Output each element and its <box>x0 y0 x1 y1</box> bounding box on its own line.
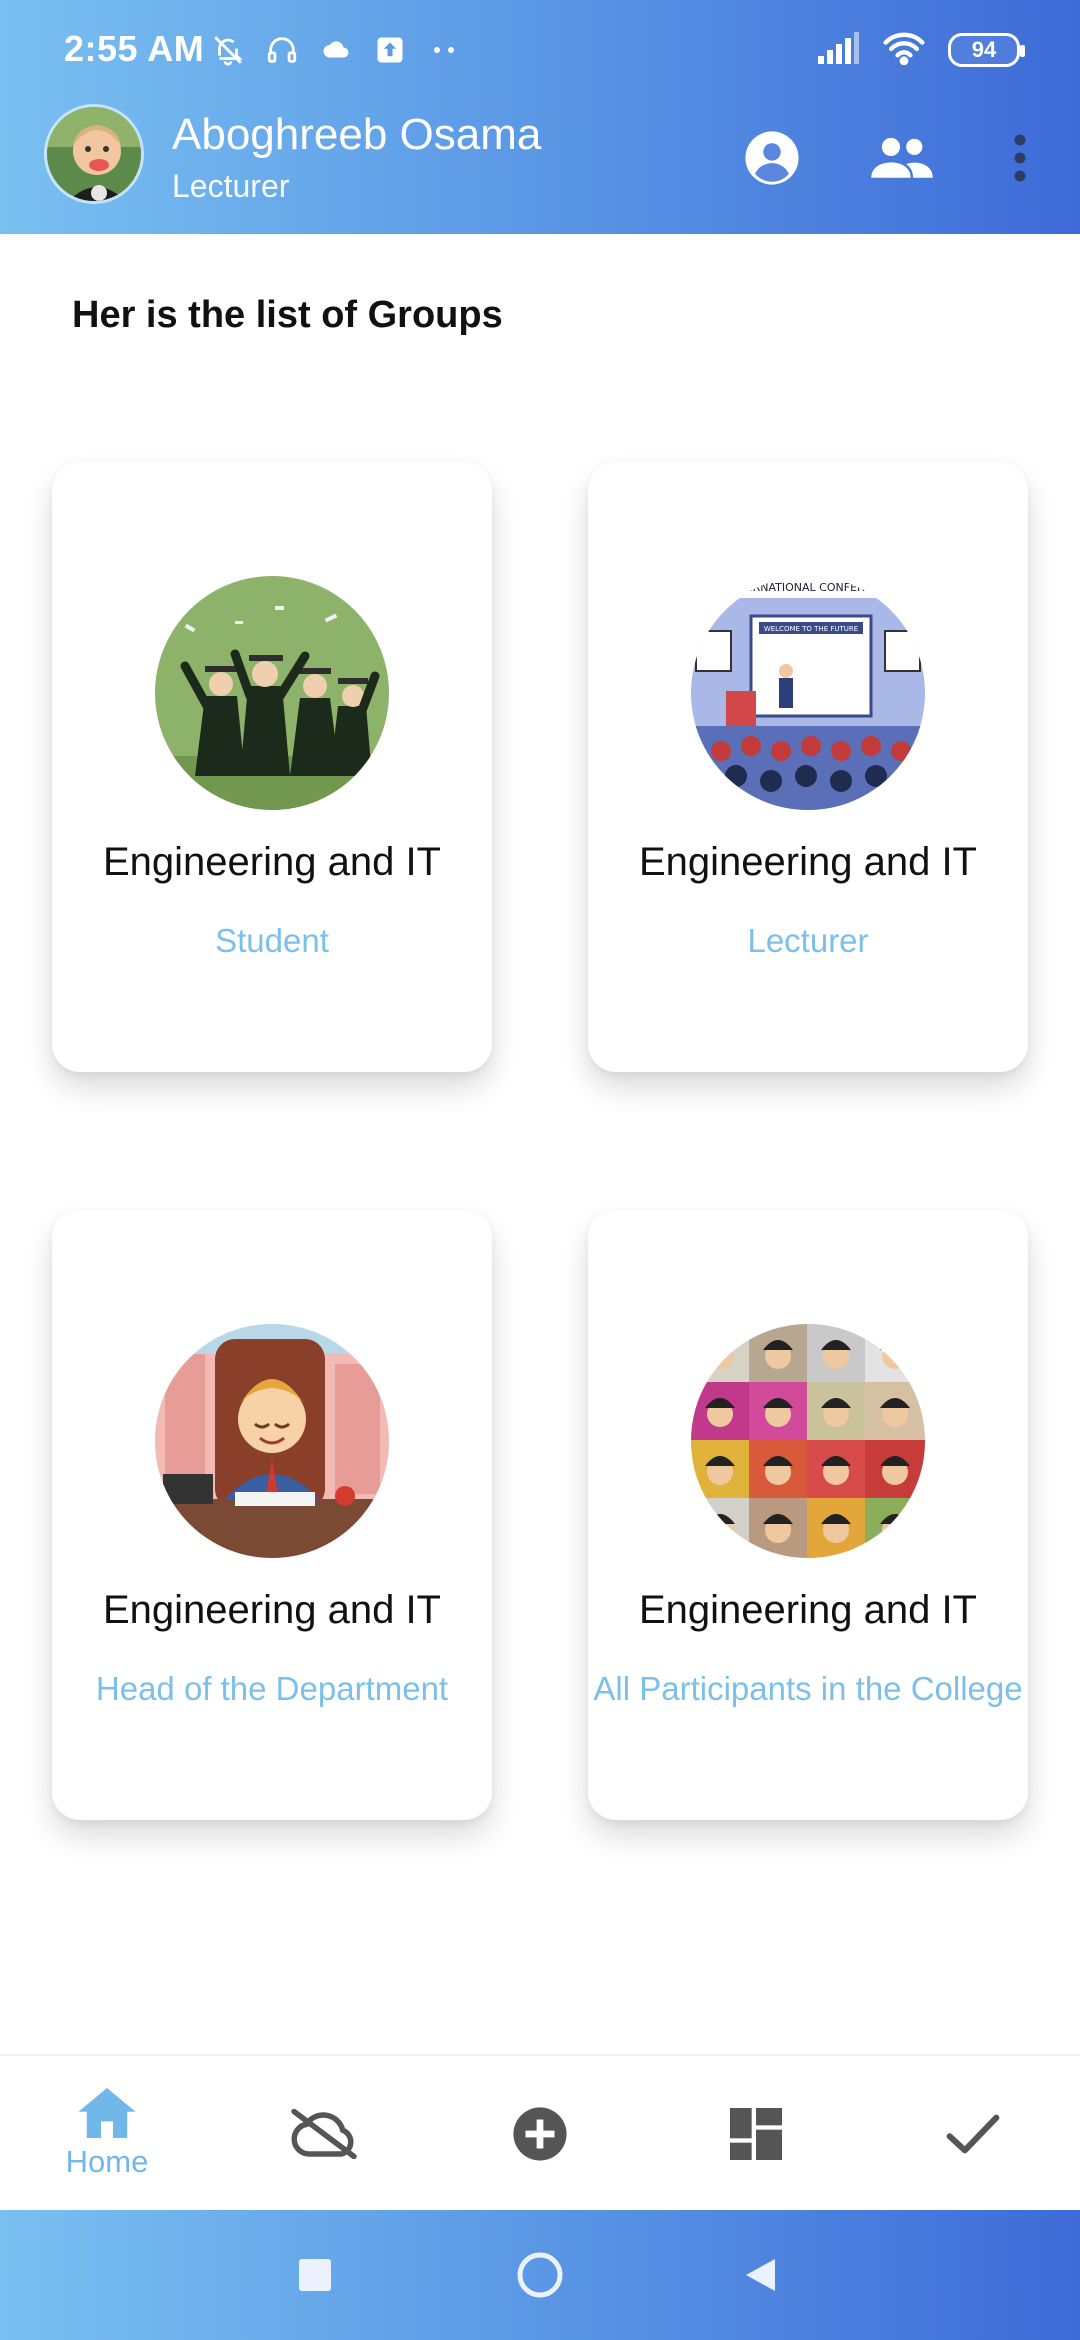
nav-cloud-off[interactable] <box>244 2056 404 2212</box>
back-button[interactable] <box>730 2245 790 2305</box>
check-icon <box>946 2114 1000 2154</box>
upload-icon <box>370 30 410 70</box>
app-bar: Aboghreeb Osama Lecturer <box>0 96 1080 234</box>
cloud-icon <box>316 30 356 70</box>
circle-home-icon <box>517 2252 563 2298</box>
more-options-button[interactable] <box>988 126 1052 190</box>
group-card-lecturer[interactable]: INTERNATIONAL CONFERENCE WELCOME TO THE … <box>588 462 1028 1072</box>
group-role: Lecturer <box>747 922 869 959</box>
system-navigation-bar <box>0 2210 1080 2340</box>
wifi-icon <box>882 31 926 70</box>
recents-button[interactable] <box>285 2245 345 2305</box>
cloud-off-icon <box>291 2109 357 2159</box>
dashboard-icon <box>730 2108 782 2160</box>
group-title: Engineering and IT <box>102 840 441 884</box>
graduates-illustration <box>155 576 389 810</box>
nav-add[interactable] <box>460 2056 620 2212</box>
svg-text:WELCOME TO THE FUTURE: WELCOME TO THE FUTURE <box>764 625 858 633</box>
headset-icon <box>262 30 302 70</box>
more-vert-icon <box>1014 134 1026 182</box>
square-icon <box>299 2259 331 2291</box>
group-card-student[interactable]: Engineering and IT Student <box>52 462 492 1072</box>
home-system-button[interactable] <box>510 2245 570 2305</box>
participants-grid-illustration <box>691 1324 925 1558</box>
conference-illustration: INTERNATIONAL CONFERENCE WELCOME TO THE … <box>691 576 925 810</box>
account-button[interactable] <box>740 126 804 190</box>
user-name: Aboghreeb Osama <box>172 110 542 159</box>
group-title: Engineering and IT <box>638 840 977 884</box>
bottom-navigation: Home <box>0 2054 1080 2210</box>
status-bar: 2:55 AM 94 <box>0 0 1080 96</box>
battery-icon: 94 <box>948 33 1025 67</box>
add-circle-icon <box>513 2107 567 2161</box>
nav-check[interactable] <box>893 2056 1053 2212</box>
group-title: Engineering and IT <box>102 1588 441 1632</box>
home-icon <box>78 2088 136 2138</box>
bell-off-icon <box>208 30 248 70</box>
svg-text:INTERNATIONAL CONFERENCE: INTERNATIONAL CONFERENCE <box>728 581 895 594</box>
more-dots-icon <box>424 30 464 70</box>
account-icon <box>745 131 799 185</box>
status-time: 2:55 AM <box>64 28 205 69</box>
header: 2:55 AM 94 Aboghreeb Osama Lecturer <box>0 0 1080 234</box>
page-heading: Her is the list of Groups <box>72 294 503 336</box>
group-role: Student <box>215 922 329 959</box>
group-card-head-of-department[interactable]: Engineering and IT Head of the Departmen… <box>52 1210 492 1820</box>
nav-home[interactable]: Home <box>27 2056 187 2212</box>
back-triangle-icon <box>746 2259 775 2291</box>
notification-icons <box>208 28 464 72</box>
nav-home-label: Home <box>65 2144 149 2179</box>
user-role: Lecturer <box>172 168 290 204</box>
signal-icon <box>816 31 860 69</box>
avatar[interactable] <box>44 104 144 204</box>
group-role: Head of the Department <box>95 1670 449 1707</box>
nav-dashboard[interactable] <box>676 2056 836 2212</box>
groups-button[interactable] <box>870 126 934 190</box>
system-indicators: 94 <box>816 28 1025 72</box>
group-title: Engineering and IT <box>638 1588 977 1632</box>
office-head-illustration <box>155 1324 389 1558</box>
group-role: All Participants in the College <box>593 1670 1023 1707</box>
group-icon <box>871 137 933 178</box>
group-card-all-participants[interactable]: Engineering and IT All Participants in t… <box>588 1210 1028 1820</box>
